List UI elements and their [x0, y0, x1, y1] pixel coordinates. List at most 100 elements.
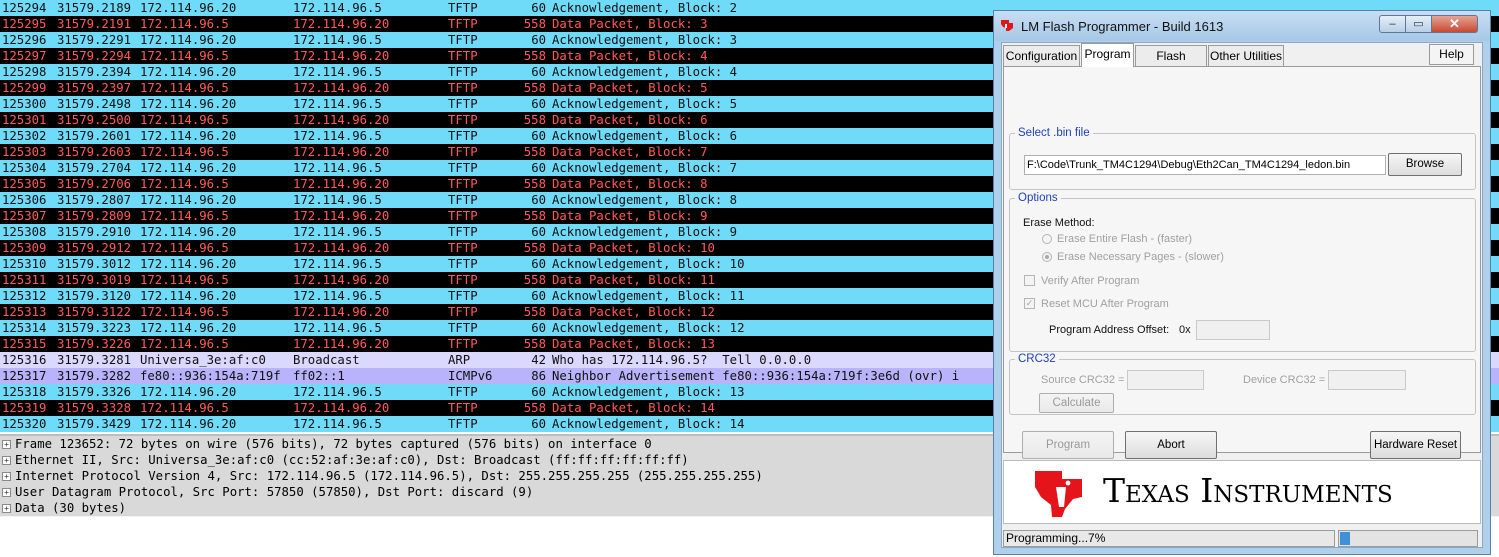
select-bin-group-title: Select .bin file: [1015, 126, 1093, 140]
title-bar[interactable]: LM Flash Programmer - Build 1613 – ▭ ✕: [994, 11, 1490, 41]
packet-time: 31579.3223: [57, 321, 132, 335]
packet-source: 172.114.96.5: [140, 49, 229, 63]
erase-entire-radio[interactable]: [1042, 234, 1052, 244]
packet-time: 31579.2291: [57, 33, 132, 47]
packet-length: 558: [523, 241, 546, 255]
packet-protocol: TFTP: [448, 241, 478, 255]
tab-configuration[interactable]: Configuration: [1003, 45, 1080, 66]
packet-destination: 172.114.96.5: [293, 225, 382, 239]
packet-time: 31579.3019: [57, 273, 132, 287]
tab-flash-utilities[interactable]: Flash Utilities: [1135, 45, 1207, 83]
packet-source: 172.114.96.20: [140, 97, 237, 111]
abort-button[interactable]: Abort: [1125, 431, 1217, 459]
device-crc32-input[interactable]: [1328, 370, 1406, 390]
packet-time: 31579.3328: [57, 401, 132, 415]
packet-number: 125303: [2, 145, 47, 159]
packet-time: 31579.3012: [57, 257, 132, 271]
reset-mcu-checkbox[interactable]: ✓: [1024, 298, 1035, 309]
packet-number: 125300: [2, 97, 47, 111]
packet-number: 125294: [2, 1, 47, 15]
select-bin-group: Select .bin file F:\Code\Trunk_TM4C1294\…: [1009, 126, 1476, 190]
packet-destination: 172.114.96.5: [293, 65, 382, 79]
packet-number: 125308: [2, 225, 47, 239]
packet-time: 31579.2603: [57, 145, 132, 159]
status-text: Programming...7%: [1003, 530, 1335, 547]
status-bar: Programming...7%: [1002, 529, 1482, 548]
packet-time: 31579.2809: [57, 209, 132, 223]
packet-protocol: TFTP: [448, 273, 478, 287]
packet-protocol: TFTP: [448, 1, 478, 15]
source-crc32-input[interactable]: [1127, 370, 1204, 390]
packet-time: 31579.2912: [57, 241, 132, 255]
expand-icon[interactable]: +: [2, 504, 11, 513]
expand-icon[interactable]: +: [2, 456, 11, 465]
minimize-button[interactable]: –: [1379, 15, 1406, 33]
packet-number: 125309: [2, 241, 47, 255]
packet-protocol: ARP: [448, 353, 471, 367]
device-crc32-label: Device CRC32 =: [1243, 374, 1326, 386]
packet-info: Acknowledgement, Block: 7: [552, 161, 738, 175]
packet-length: 60: [531, 161, 546, 175]
options-group-title: Options: [1015, 191, 1061, 205]
packet-number: 125298: [2, 65, 47, 79]
packet-destination: 172.114.96.5: [293, 193, 382, 207]
packet-source: 172.114.96.5: [140, 273, 229, 287]
packet-time: 31579.2294: [57, 49, 132, 63]
progress-fill: [1340, 532, 1350, 545]
browse-button[interactable]: Browse: [1388, 153, 1462, 176]
packet-source: 172.114.96.20: [140, 161, 237, 175]
calculate-button[interactable]: Calculate: [1039, 393, 1114, 413]
packet-length: 86: [531, 369, 546, 383]
packet-info: Data Packet, Block: 12: [552, 305, 715, 319]
packet-protocol: TFTP: [448, 65, 478, 79]
packet-time: 31579.2910: [57, 225, 132, 239]
hardware-reset-button[interactable]: Hardware Reset: [1370, 431, 1461, 459]
packet-time: 31579.2498: [57, 97, 132, 111]
packet-info: Data Packet, Block: 11: [552, 273, 715, 287]
program-address-offset-label: Program Address Offset:: [1049, 324, 1170, 336]
bin-file-path-input[interactable]: F:\Code\Trunk_TM4C1294\Debug\Eth2Can_TM4…: [1024, 155, 1386, 175]
packet-info: Acknowledgement, Block: 9: [552, 225, 738, 239]
detail-text: Internet Protocol Version 4, Src: 172.11…: [15, 469, 763, 483]
packet-destination: 172.114.96.5: [293, 1, 382, 15]
packet-length: 558: [523, 177, 546, 191]
packet-source: 172.114.96.5: [140, 305, 229, 319]
packet-number: 125296: [2, 33, 47, 47]
maximize-button[interactable]: ▭: [1405, 15, 1432, 33]
packet-info: Acknowledgement, Block: 8: [552, 193, 738, 207]
packet-destination: 172.114.96.20: [293, 145, 390, 159]
packet-length: 60: [531, 129, 546, 143]
packet-length: 60: [531, 225, 546, 239]
packet-source: 172.114.96.5: [140, 81, 229, 95]
packet-destination: 172.114.96.5: [293, 321, 382, 335]
packet-length: 60: [531, 65, 546, 79]
tab-program[interactable]: Program: [1081, 43, 1134, 67]
packet-destination: 172.114.96.20: [293, 113, 390, 127]
packet-number: 125317: [2, 369, 47, 383]
packet-protocol: TFTP: [448, 209, 478, 223]
offset-prefix-label: 0x: [1179, 324, 1191, 336]
packet-info: Acknowledgement, Block: 10: [552, 257, 745, 271]
packet-time: 31579.2601: [57, 129, 132, 143]
tab-other-utilities[interactable]: Other Utilities: [1208, 45, 1284, 66]
crc32-group: CRC32 Source CRC32 = Device CRC32 = Calc…: [1009, 352, 1476, 415]
verify-after-program-checkbox[interactable]: [1024, 275, 1035, 286]
packet-protocol: TFTP: [448, 305, 478, 319]
packet-source: 172.114.96.5: [140, 17, 229, 31]
help-button[interactable]: Help: [1429, 44, 1474, 65]
packet-number: 125305: [2, 177, 47, 191]
erase-necessary-radio[interactable]: [1042, 252, 1052, 262]
close-button[interactable]: ✕: [1431, 15, 1478, 33]
program-address-offset-input[interactable]: [1196, 320, 1270, 340]
expand-icon[interactable]: +: [2, 472, 11, 481]
options-group: Options Erase Method: Erase Entire Flash…: [1009, 191, 1476, 352]
program-button[interactable]: Program: [1022, 431, 1114, 459]
packet-time: 31579.2706: [57, 177, 132, 191]
packet-time: 31579.2394: [57, 65, 132, 79]
expand-icon[interactable]: +: [2, 488, 11, 497]
packet-info: Acknowledgement, Block: 14: [552, 417, 745, 431]
packet-number: 125316: [2, 353, 47, 367]
expand-icon[interactable]: +: [2, 440, 11, 449]
packet-destination: 172.114.96.20: [293, 401, 390, 415]
detail-text: User Datagram Protocol, Src Port: 57850 …: [15, 485, 534, 499]
